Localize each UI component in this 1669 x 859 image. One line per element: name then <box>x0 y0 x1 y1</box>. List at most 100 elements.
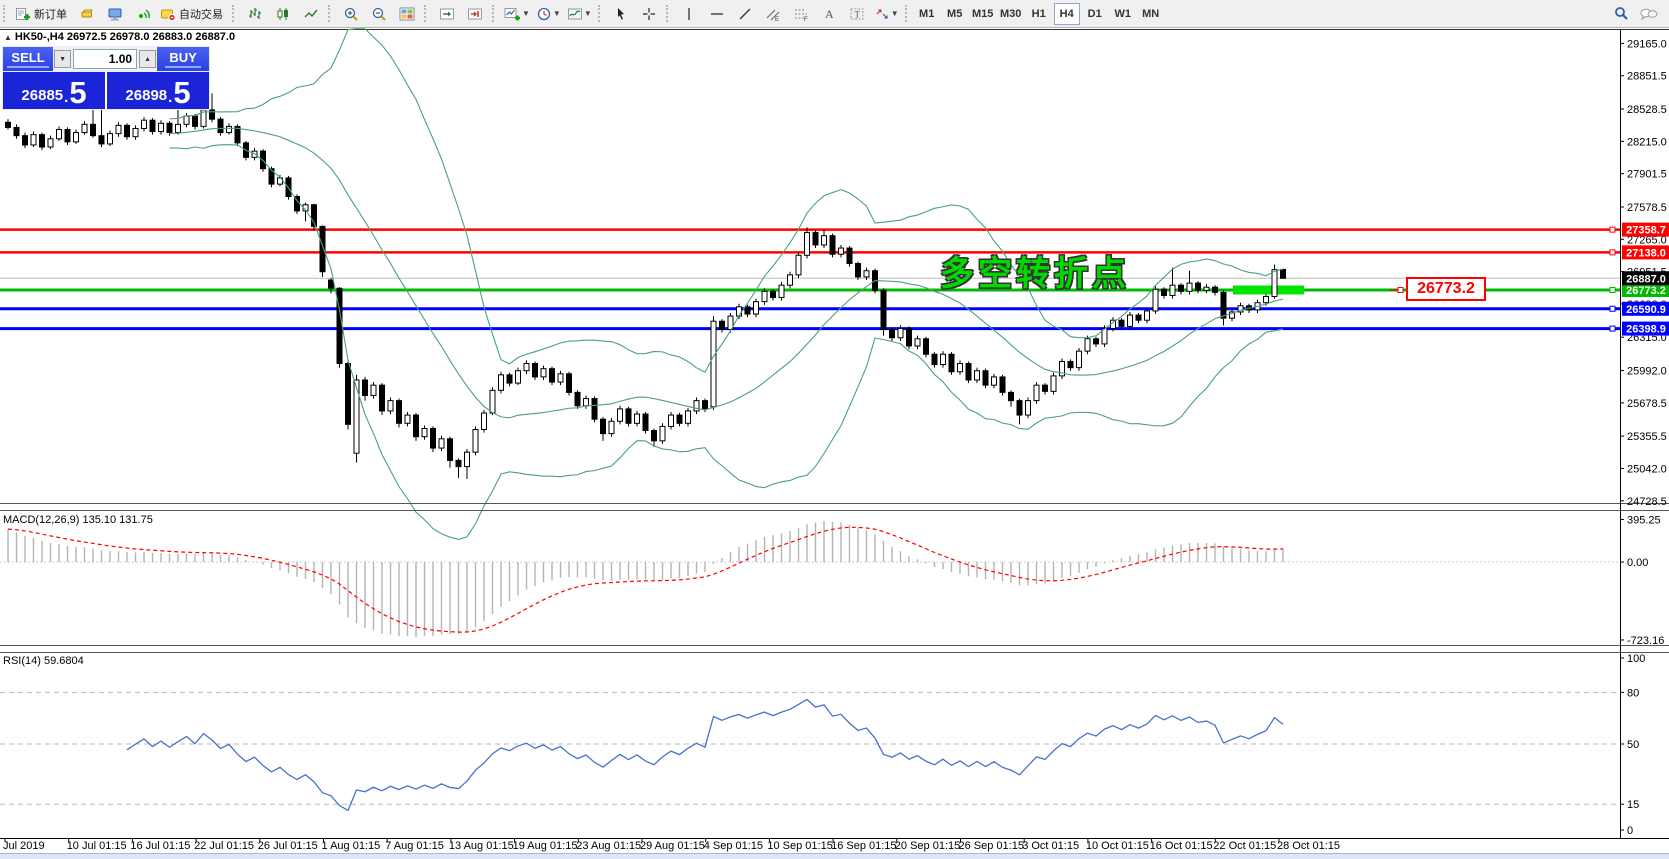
chart-shift-icon <box>467 6 483 22</box>
chart-annotation-text[interactable]: 多空转折点 <box>940 246 1130 295</box>
chart-shift-button[interactable] <box>461 2 489 26</box>
search-button[interactable] <box>1607 2 1635 26</box>
svg-text:0: 0 <box>1627 825 1633 837</box>
chart-svg[interactable]: 29165.0 28851.5 28528.5 28215.0 27901.5 27578… <box>0 0 1669 858</box>
templates-button[interactable]: ▼ <box>564 2 595 26</box>
line-handle[interactable] <box>1609 226 1616 233</box>
vertical-line-button[interactable] <box>675 2 703 26</box>
svg-text:3 Oct 01:15: 3 Oct 01:15 <box>1022 840 1079 852</box>
timeframe-w1[interactable]: W1 <box>1110 3 1136 25</box>
buy-price[interactable]: 26898. 5 <box>107 72 209 109</box>
svg-text:80: 80 <box>1627 687 1639 699</box>
auto-trading-icon <box>160 6 176 22</box>
crosshair-icon <box>641 6 657 22</box>
timeframe-m1[interactable]: M1 <box>914 3 940 25</box>
dropdown-caret-icon: ▼ <box>552 9 561 18</box>
chart-title: ▲ HK50-,H4 26972.5 26978.0 26883.0 26887.… <box>4 31 235 43</box>
zoom-out-button[interactable] <box>365 2 393 26</box>
timeframe-m15[interactable]: M15 <box>970 3 996 25</box>
svg-text:28215.0: 28215.0 <box>1627 136 1667 148</box>
rsi-indicator-label: RSI(14) 59.6804 <box>3 655 84 667</box>
bar-chart-button[interactable] <box>241 2 269 26</box>
svg-text:19 Aug 01:15: 19 Aug 01:15 <box>513 840 578 852</box>
volume-decrease-button[interactable]: ▼ <box>54 50 72 68</box>
volume-spinner: ▼ ▲ <box>54 47 157 71</box>
line-handle[interactable] <box>1609 249 1616 256</box>
buy-price-main: 26898 <box>125 87 168 104</box>
svg-text:25042.0: 25042.0 <box>1627 463 1667 475</box>
auto-trading-button[interactable]: 自动交易 <box>157 2 229 26</box>
toolbar-grip[interactable] <box>597 5 603 22</box>
macd-histogram <box>7 521 1284 637</box>
signal-button[interactable] <box>129 2 157 26</box>
horizontal-line-icon <box>709 6 725 22</box>
zoom-in-button[interactable] <box>337 2 365 26</box>
line-handle[interactable] <box>1609 305 1616 312</box>
svg-text:26590.9: 26590.9 <box>1626 304 1666 316</box>
svg-text:-723.16: -723.16 <box>1627 635 1664 647</box>
timeframe-m30[interactable]: M30 <box>998 3 1024 25</box>
sell-price[interactable]: 26885. 5 <box>3 72 107 109</box>
zoom-in-icon <box>343 6 359 22</box>
svg-text:29165.0: 29165.0 <box>1627 38 1667 50</box>
svg-text:16 Oct 01:15: 16 Oct 01:15 <box>1150 840 1213 852</box>
trendline-button[interactable] <box>731 2 759 26</box>
fibonacci-button[interactable]: F <box>787 2 815 26</box>
toolbar-grip[interactable] <box>492 5 497 22</box>
timeframe-m5[interactable]: M5 <box>942 3 968 25</box>
tile-windows-button[interactable] <box>393 2 421 26</box>
channel-button[interactable]: E <box>759 2 787 26</box>
price-tag-label[interactable]: 26773.2 <box>1406 277 1486 301</box>
timeframe-h4[interactable]: H4 <box>1053 2 1080 25</box>
text-label-button[interactable]: T <box>843 2 871 26</box>
toolbar-grip[interactable] <box>3 5 8 22</box>
svg-text:20 Sep 01:15: 20 Sep 01:15 <box>895 840 960 852</box>
text-button[interactable]: A <box>815 2 843 26</box>
svg-text:A: A <box>825 7 834 21</box>
terminal-icon <box>107 6 123 22</box>
auto-trading-label: 自动交易 <box>179 8 223 21</box>
crosshair-button[interactable] <box>635 2 663 26</box>
sell-price-dot: . <box>64 89 69 106</box>
indicators-button[interactable]: ▼ <box>501 2 533 26</box>
terminal-button[interactable] <box>101 2 129 26</box>
toolbar-grip[interactable] <box>665 5 671 22</box>
periods-button[interactable]: ▼ <box>533 2 564 26</box>
line-handle[interactable] <box>1609 286 1616 293</box>
toolbar-grip[interactable] <box>424 5 429 22</box>
volume-increase-button[interactable]: ▲ <box>139 50 157 68</box>
channel-icon: E <box>765 6 781 22</box>
highlight-box[interactable] <box>1233 285 1304 295</box>
volume-input[interactable] <box>73 49 138 69</box>
line-handle[interactable] <box>1609 325 1616 332</box>
sell-price-main: 26885 <box>21 87 64 104</box>
toolbar-grip[interactable] <box>904 5 910 22</box>
svg-text:4 Sep 01:15: 4 Sep 01:15 <box>704 840 763 852</box>
toolbar-grip[interactable] <box>328 5 333 22</box>
buy-button-label: BUY <box>165 50 201 68</box>
buy-button[interactable]: BUY <box>156 47 209 71</box>
bar-chart-icon <box>247 6 263 22</box>
cursor-button[interactable] <box>607 2 635 26</box>
auto-scroll-button[interactable] <box>433 2 461 26</box>
timeframe-mn[interactable]: MN <box>1138 3 1164 25</box>
timeframe-d1[interactable]: D1 <box>1082 3 1108 25</box>
clock-icon <box>536 6 552 22</box>
candlestick-button[interactable] <box>269 2 297 26</box>
arrows-button[interactable]: ▼ <box>871 2 902 26</box>
svg-text:27358.7: 27358.7 <box>1626 225 1666 237</box>
status-strip <box>0 853 1669 859</box>
trendline-icon <box>737 6 753 22</box>
svg-text:24728.5: 24728.5 <box>1627 496 1667 508</box>
line-chart-button[interactable] <box>297 2 325 26</box>
horizontal-line-button[interactable] <box>703 2 731 26</box>
new-order-button[interactable]: 新订单 <box>12 2 73 26</box>
price-axis-labels: 29165.0 28851.5 28528.5 28215.0 27901.5 27578… <box>1620 38 1667 837</box>
price-tag-anchor[interactable] <box>1397 286 1404 293</box>
sell-button[interactable]: SELL <box>3 47 55 71</box>
toolbar-grip[interactable] <box>232 5 237 22</box>
cursor-icon <box>613 6 629 22</box>
chat-button[interactable] <box>1635 2 1663 26</box>
timeframe-h1[interactable]: H1 <box>1026 3 1052 25</box>
gold-bar-button[interactable] <box>73 2 101 26</box>
